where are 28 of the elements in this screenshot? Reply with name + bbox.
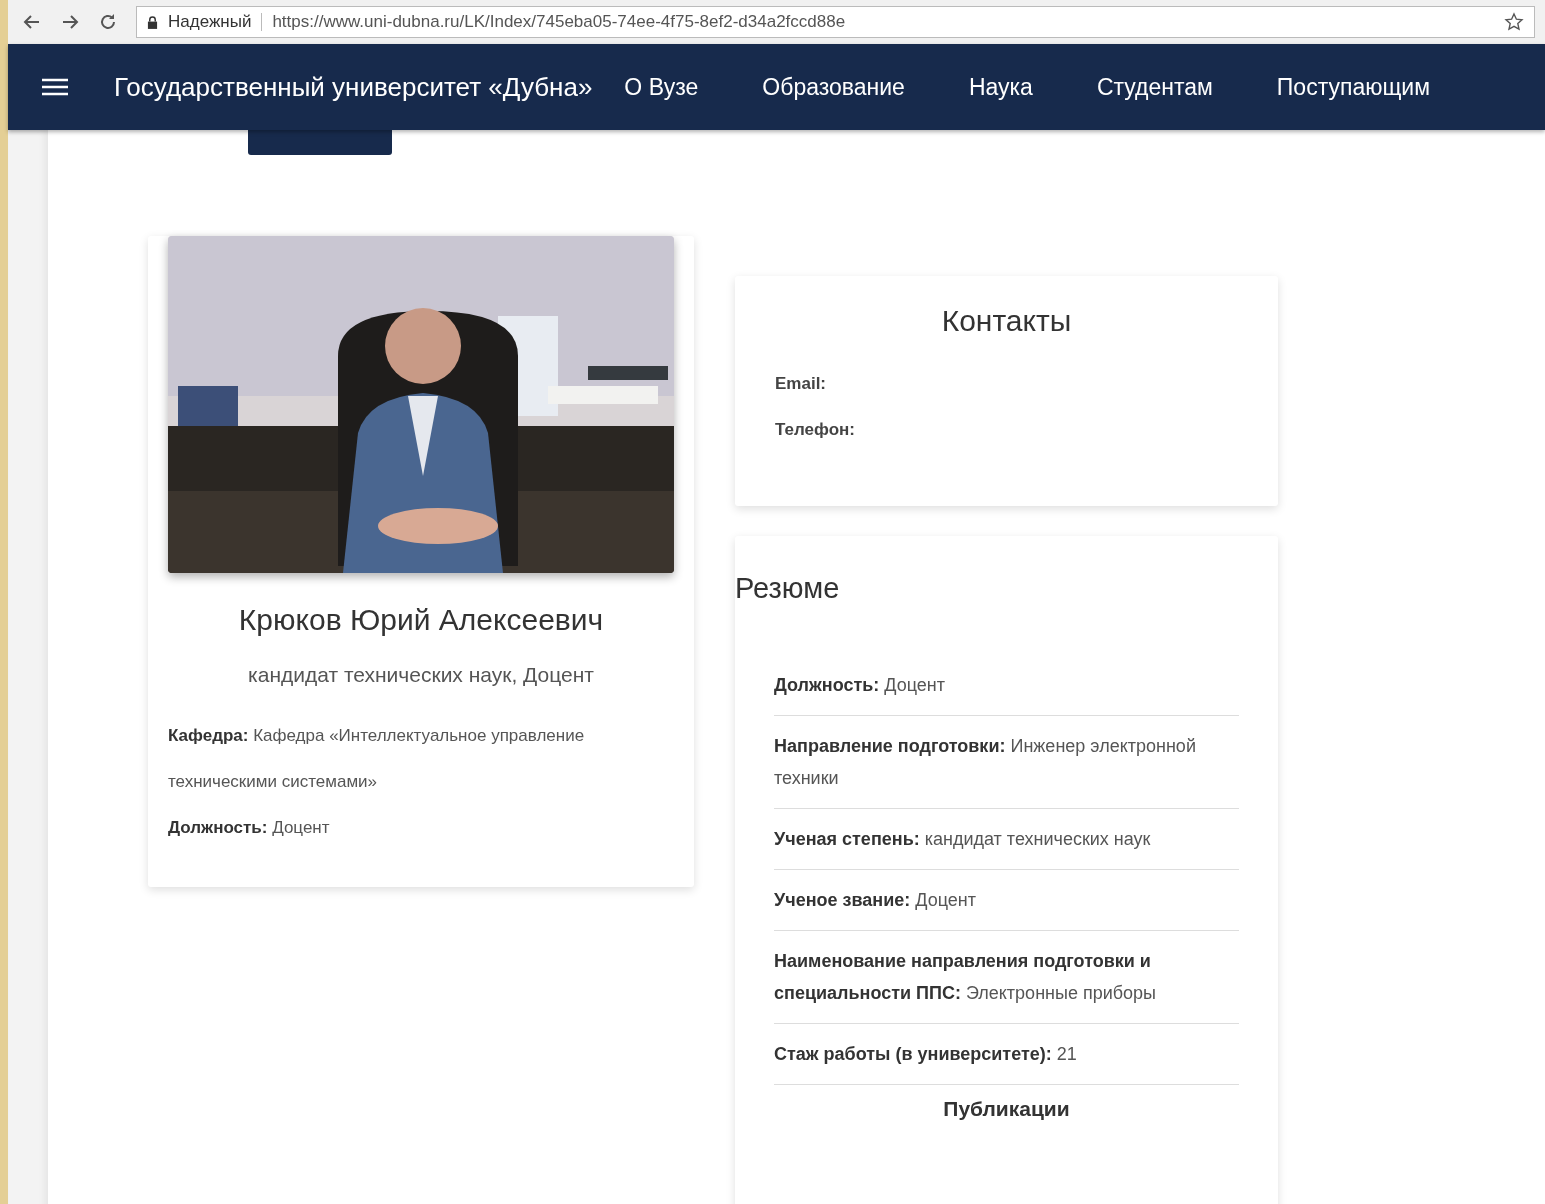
- resume-field: Наименование направления подготовки и специальности ППС: Электронные приборы: [774, 931, 1239, 1024]
- contact-label: Email:: [775, 374, 828, 394]
- resume-heading: Резюме: [735, 572, 841, 605]
- resume-field: Ученое звание: Доцент: [774, 870, 1239, 931]
- security-label: Надежный: [168, 12, 252, 32]
- contacts-heading: Контакты: [940, 304, 1073, 338]
- publications-heading: Публикации: [942, 1096, 1071, 1121]
- lock-icon: [147, 15, 158, 29]
- star-icon[interactable]: [1504, 12, 1524, 32]
- menu-icon[interactable]: [42, 77, 68, 97]
- profile-field: Должность: Доцент: [168, 805, 674, 851]
- reload-icon[interactable]: [98, 12, 118, 32]
- person-name: Крюков Юрий Алексеевич: [237, 603, 605, 637]
- resume-field: Направление подготовки: Инженер электронной техники: [774, 716, 1239, 809]
- academic-title: кандидат технических наук, Доцент: [247, 663, 595, 687]
- nav-link[interactable]: Студентам: [1096, 73, 1213, 101]
- address-bar[interactable]: Надежный https://www.uni-dubna.ru/LK/Index/745eba05-74ee-4f75-8ef2-d34a2fccd88e: [136, 6, 1535, 38]
- site-title[interactable]: Государственный университет «Дубна»: [114, 71, 593, 103]
- contact-label: Телефон:: [775, 420, 856, 440]
- resume-field: Должность: Доцент: [774, 655, 1239, 716]
- nav-link[interactable]: Образование: [762, 73, 905, 101]
- resume-field: Стаж работы (в университете): 21: [774, 1024, 1239, 1085]
- resume-field: Ученая степень: кандидат технических наук: [774, 809, 1239, 870]
- nav-link[interactable]: Наука: [968, 73, 1033, 101]
- url-text: https://www.uni-dubna.ru/LK/Index/745eba05-74ee-4f75-8ef2-d34a2fccd88e: [272, 12, 847, 32]
- profile-field: Кафедра: Кафедра «Интеллектуальное управление техническими системами»: [168, 713, 674, 805]
- nav-link[interactable]: Поступающим: [1276, 73, 1431, 101]
- nav-link[interactable]: О Вузе: [624, 73, 699, 101]
